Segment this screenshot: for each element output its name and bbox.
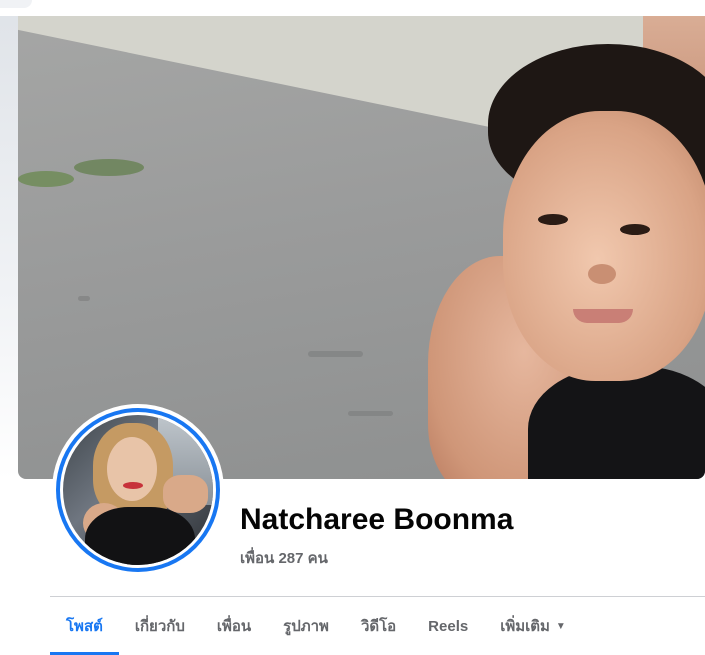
avatar-arm — [163, 475, 208, 513]
tab-videos[interactable]: วิดีโอ — [345, 597, 412, 655]
tab-label: วิดีโอ — [360, 618, 397, 635]
cover-boy-face — [503, 111, 705, 381]
tab-label: เพิ่มเติม — [500, 618, 550, 635]
avatar-body — [85, 507, 195, 565]
cover-boy-eye — [620, 224, 650, 235]
cover-boy-shirt — [528, 366, 705, 479]
avatar-face — [107, 437, 157, 501]
profile-name: Natcharee Boonma — [240, 503, 514, 536]
tab-label: Reels — [428, 617, 469, 635]
friends-count-link[interactable]: เพื่อน 287 คน — [240, 546, 328, 570]
avatar-frame — [60, 412, 216, 568]
tab-label: รูปภาพ — [283, 618, 329, 635]
tab-about[interactable]: เกี่ยวกับ — [119, 597, 201, 655]
cover-grass — [18, 171, 74, 187]
tab-photos[interactable]: รูปภาพ — [267, 597, 345, 655]
profile-avatar[interactable] — [52, 404, 224, 576]
cover-boy-nose — [588, 264, 616, 284]
avatar-story-ring — [56, 408, 220, 572]
cover-crack — [78, 296, 90, 301]
cover-boy-mouth — [573, 309, 633, 323]
tab-more[interactable]: เพิ่มเติม ▼ — [484, 597, 582, 655]
tab-reels[interactable]: Reels — [412, 597, 484, 655]
tab-label: เกี่ยวกับ — [134, 618, 185, 635]
top-tab — [0, 0, 32, 8]
avatar-lips — [123, 482, 143, 489]
tab-label: โพสต์ — [66, 618, 103, 635]
caret-down-icon: ▼ — [555, 620, 566, 632]
cover-grass — [74, 159, 144, 176]
avatar-photo — [63, 415, 213, 565]
top-strip — [0, 0, 705, 16]
cover-crack — [348, 411, 393, 416]
tab-friends[interactable]: เพื่อน — [201, 597, 267, 655]
cover-crack — [308, 351, 363, 357]
profile-tabs: โพสต์ เกี่ยวกับ เพื่อน รูปภาพ วิดีโอ Ree… — [50, 597, 705, 655]
tab-posts[interactable]: โพสต์ — [50, 597, 119, 655]
tab-label: เพื่อน — [216, 618, 252, 635]
cover-boy-eye — [538, 214, 568, 225]
